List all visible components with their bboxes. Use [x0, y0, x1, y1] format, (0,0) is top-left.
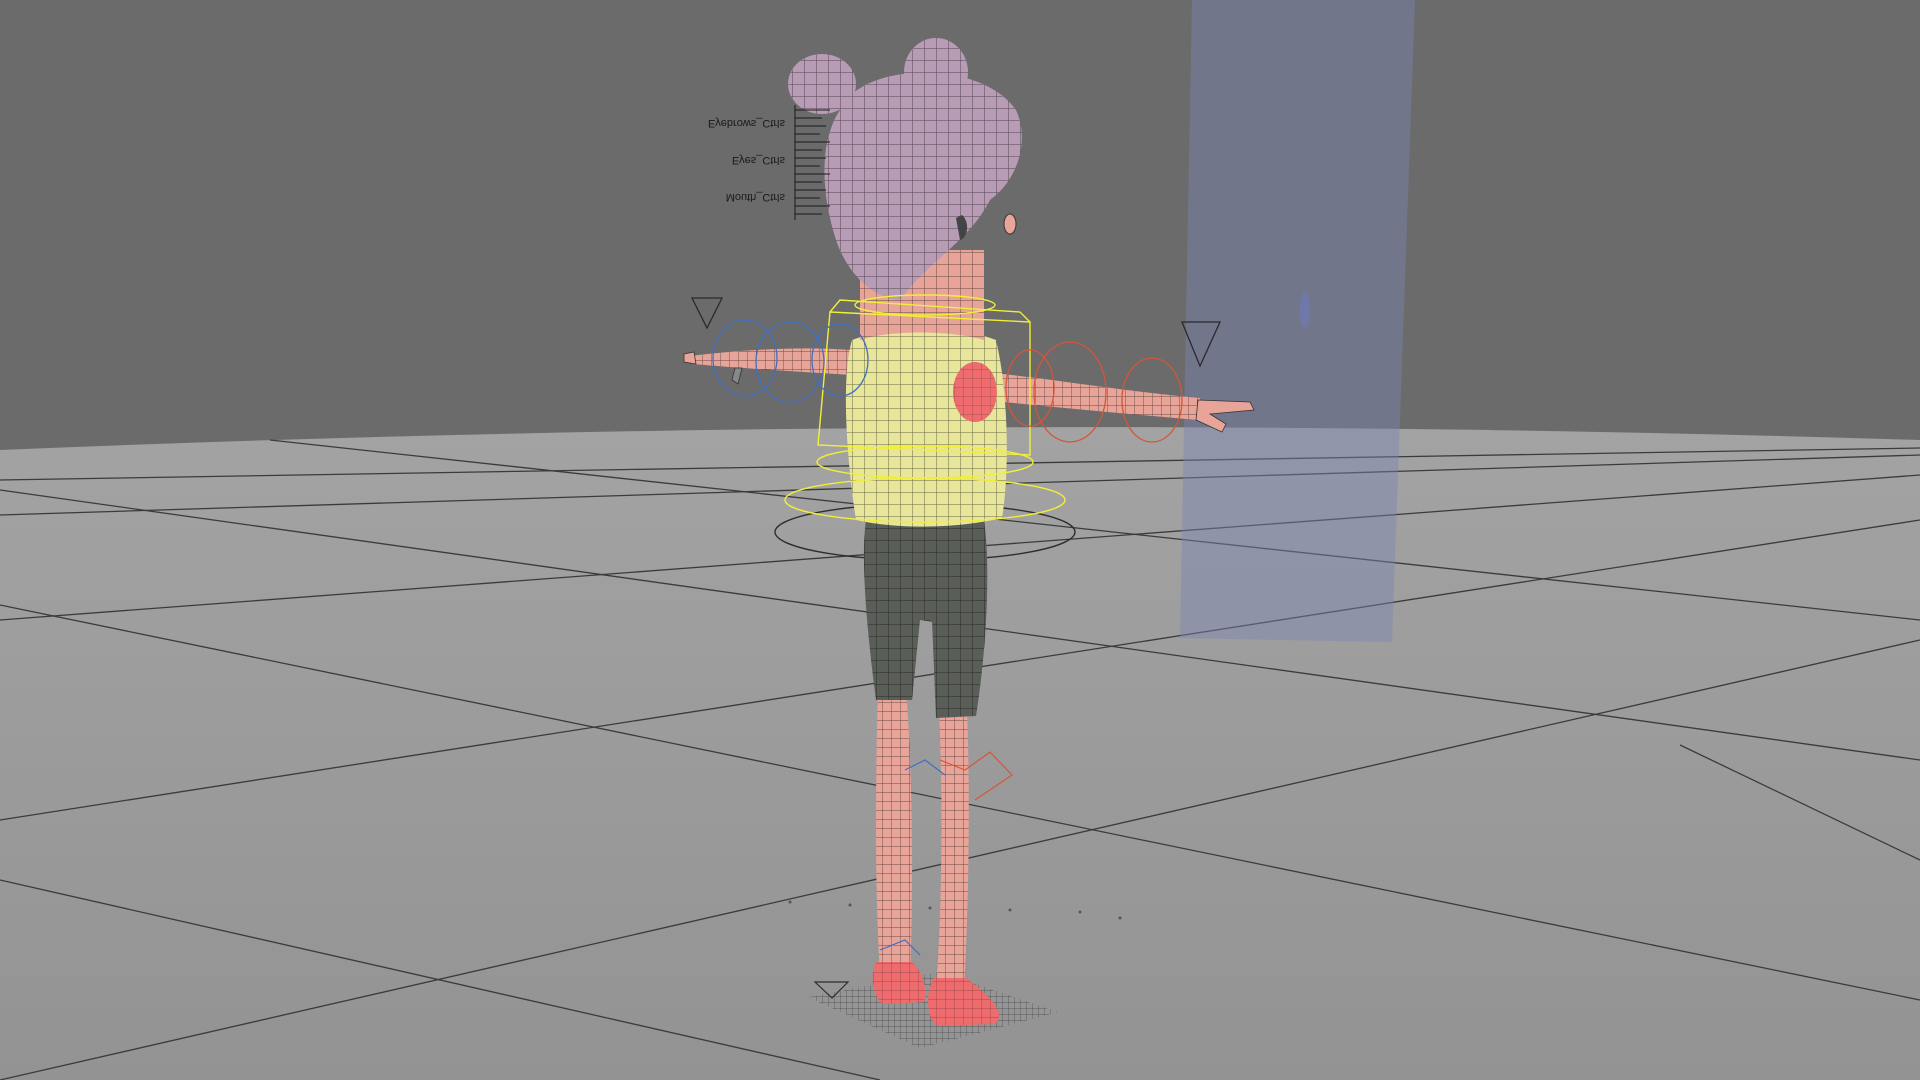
3d-viewport[interactable]: Eyebrows_Ctrls Eyes_Ctrls Mouth_Ctrls [0, 0, 1920, 1080]
shirt[interactable] [845, 329, 1007, 527]
eyebrows-ctrls-label[interactable]: Eyebrows_Ctrls [708, 117, 786, 129]
mouth-ctrls-label[interactable]: Mouth_Ctrls [726, 191, 786, 203]
eyes-ctrls-label[interactable]: Eyes_Ctrls [732, 154, 786, 166]
left-leg[interactable] [876, 690, 913, 978]
ear [1003, 213, 1017, 235]
light-plane [1180, 0, 1415, 642]
left-foot[interactable] [872, 962, 926, 1004]
scene-canvas[interactable]: Eyebrows_Ctrls Eyes_Ctrls Mouth_Ctrls [0, 0, 1920, 1080]
